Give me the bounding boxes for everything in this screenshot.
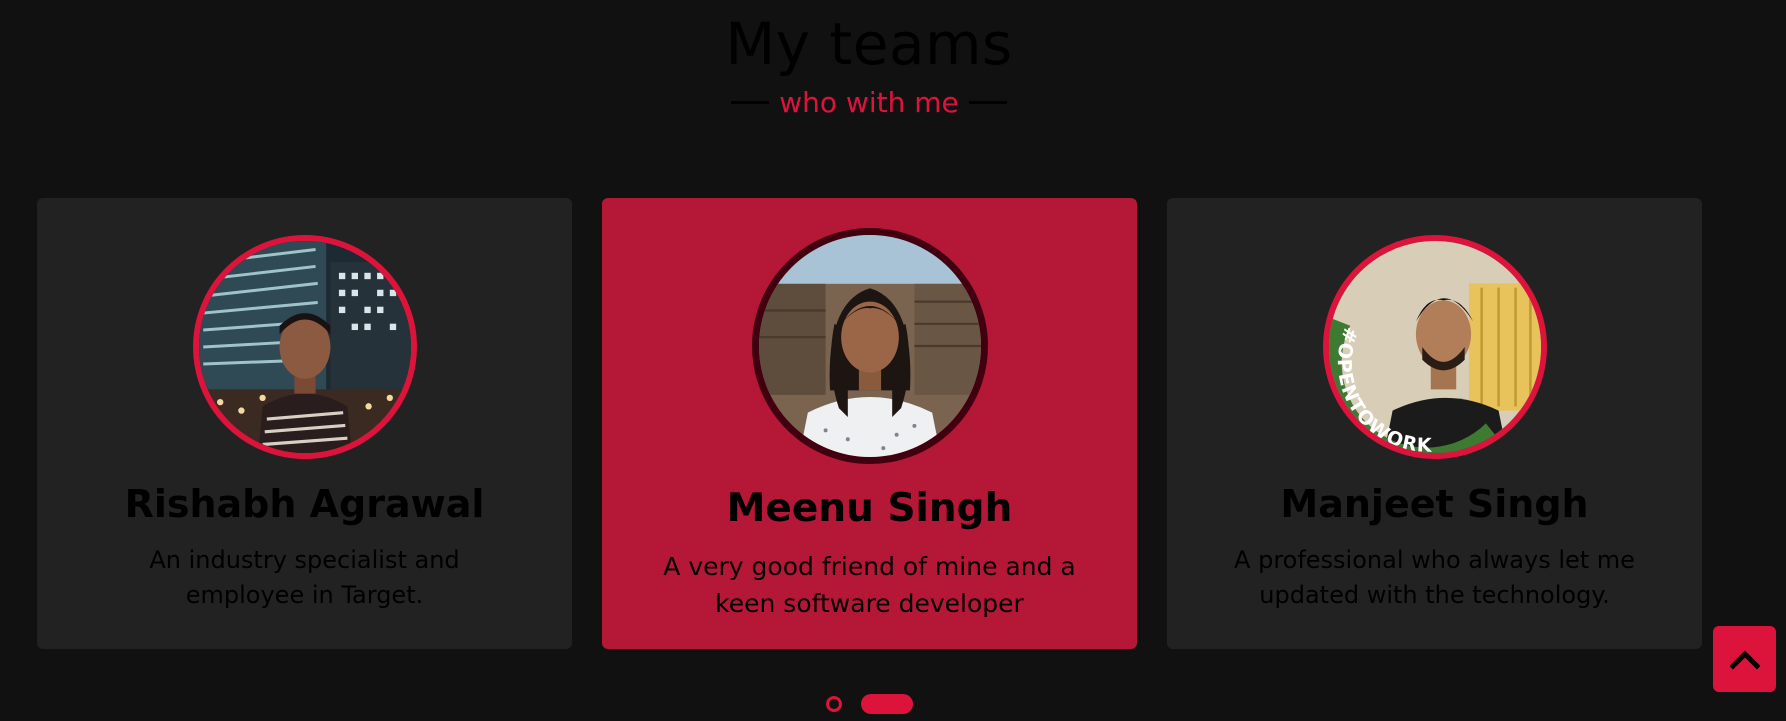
- avatar-photo: [198, 241, 411, 453]
- avatar-photo: [758, 235, 981, 457]
- carousel-dot-1[interactable]: [825, 696, 842, 712]
- team-card-rishabh-agrawal[interactable]: Rishabh Agrawal An industry specialist a…: [37, 198, 572, 649]
- card-description: A very good friend of mine and a keen so…: [663, 552, 1076, 618]
- chevron-up-icon: [1729, 650, 1760, 670]
- carousel-dot-2[interactable]: [860, 694, 913, 714]
- card-description: A professional who always let me updated…: [1234, 546, 1635, 609]
- subtitle-right-line: [968, 101, 1007, 104]
- card-name: Rishabh Agrawal: [124, 482, 485, 526]
- scroll-to-top-button[interactable]: [1713, 626, 1776, 692]
- card-name: Manjeet Singh: [1280, 482, 1589, 526]
- team-carousel[interactable]: Rishabh Agrawal An industry specialist a…: [37, 198, 1702, 650]
- avatar: [192, 235, 417, 459]
- subtitle-left-line: [731, 101, 770, 104]
- section-title: My teams: [725, 10, 1013, 78]
- carousel-pagination: [0, 694, 1738, 714]
- team-card-meenu-singh[interactable]: Meenu Singh A very good friend of mine a…: [602, 198, 1137, 649]
- subtitle-text: who with me: [779, 86, 959, 119]
- card-name: Meenu Singh: [726, 486, 1013, 531]
- avatar-photo: #OPENTOWORK: [1328, 241, 1541, 453]
- section-subtitle: who with me: [0, 86, 1738, 119]
- avatar: #OPENTOWORK: [1322, 235, 1547, 459]
- avatar: [751, 228, 988, 464]
- team-card-manjeet-singh[interactable]: #OPENTOWORK Manjeet Singh A professional…: [1167, 198, 1702, 649]
- card-description: An industry specialist and employee in T…: [149, 546, 460, 609]
